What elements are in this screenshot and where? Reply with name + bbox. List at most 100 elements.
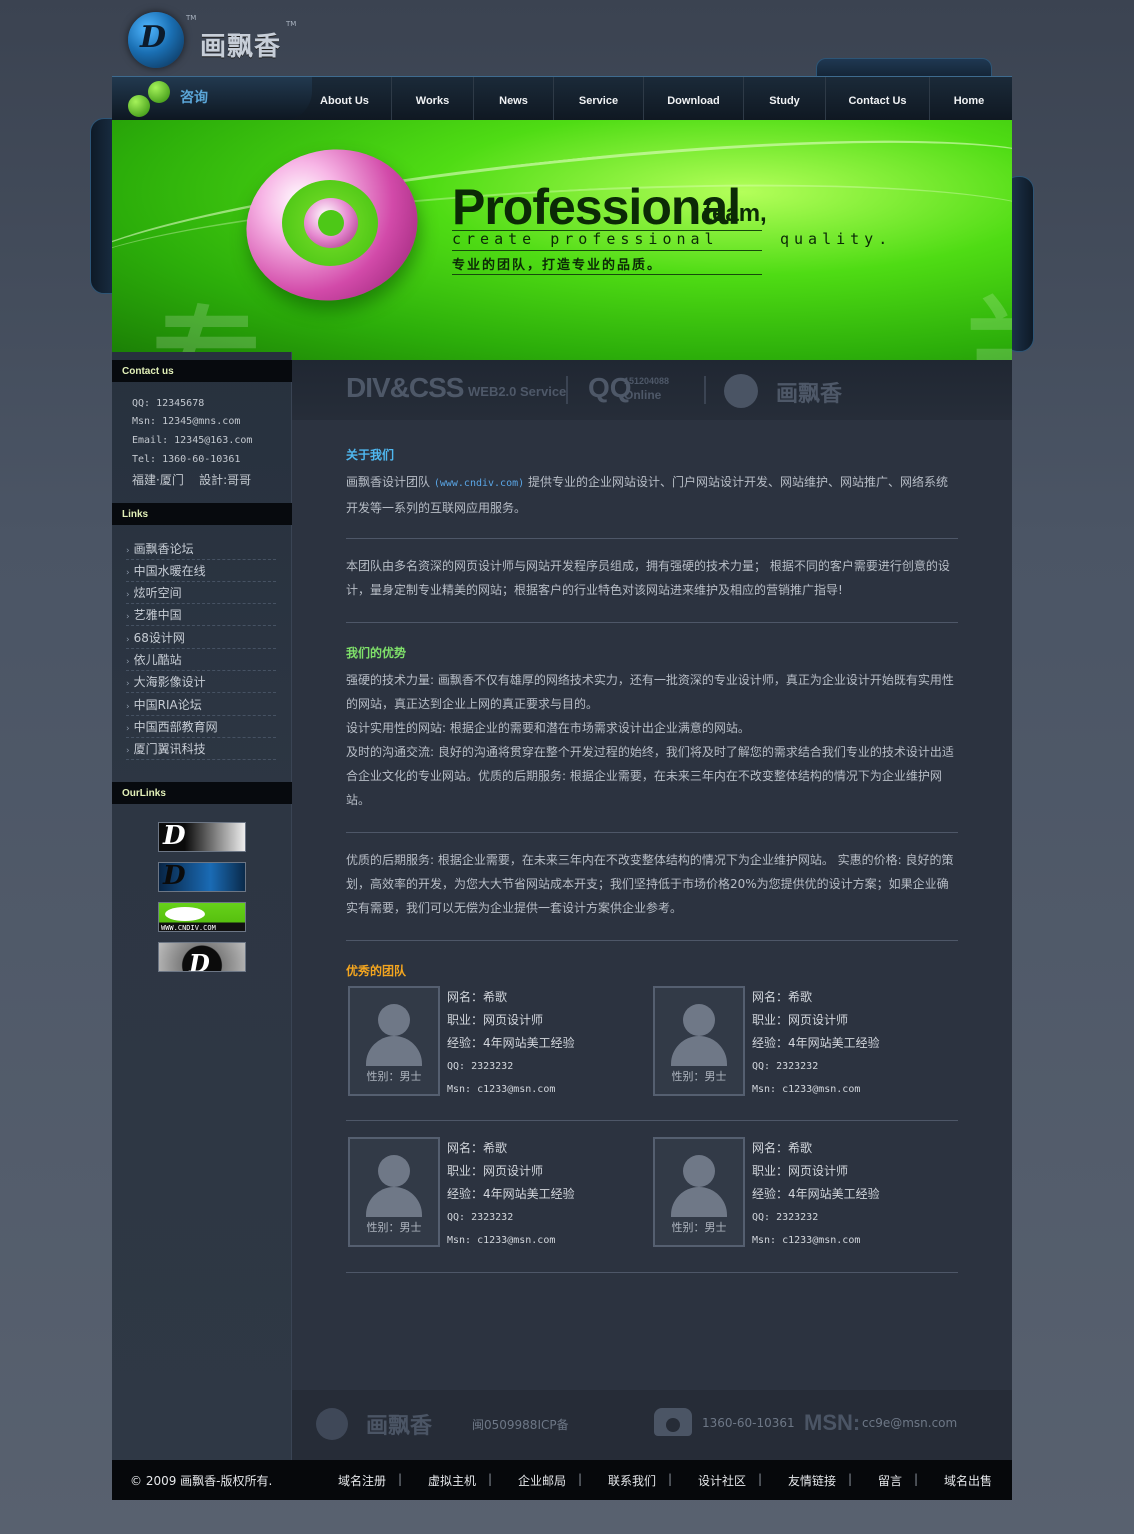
member-photo[interactable]: 性别：男士 <box>653 986 745 1096</box>
ourlink-banner[interactable]: WWW.CNDIV.COM <box>158 902 246 932</box>
member-job: 职业：网页设计师 <box>447 1164 544 1178</box>
member-photo[interactable]: 性别：男士 <box>348 986 440 1096</box>
divider <box>346 1120 958 1121</box>
ourlink-banner[interactable]: D <box>158 822 246 852</box>
sidebar-link[interactable]: › 中国西部教育网 <box>126 716 276 738</box>
nav-contact-us[interactable]: Contact Us <box>826 77 930 121</box>
member-msn: Msn: c1233@msn.com <box>752 1084 861 1095</box>
links-heading: Links <box>112 503 292 525</box>
member-gender: 性别：男士 <box>366 1221 422 1234</box>
footer-link[interactable]: 设计社区 <box>698 1472 746 1489</box>
footer-logo-name: 画飘香 <box>366 1414 433 1439</box>
contact-location: 福建·厦门 設計:哥哥 <box>132 473 252 487</box>
footer-link[interactable]: 企业邮局 <box>518 1472 566 1489</box>
member-job: 职业：网页设计师 <box>447 1013 544 1027</box>
member-photo[interactable]: 性别：男士 <box>348 1137 440 1247</box>
link-label: 68设计网 <box>133 631 185 645</box>
contact-email: Email: 12345@163.com <box>132 435 253 446</box>
footer-link[interactable]: 域名注册 <box>338 1472 386 1489</box>
main-content: DIV&CSS WEB2.0 Service QQ 151204088 Onli… <box>292 360 1012 1460</box>
sidebar-link[interactable]: › 大海影像设计 <box>126 671 276 693</box>
divider <box>346 832 958 833</box>
logo-circle-icon <box>316 1408 348 1440</box>
logo-d-icon: D <box>163 862 186 891</box>
footer-phone: 1360-60-10361 <box>702 1416 795 1430</box>
banner-rule <box>452 274 762 275</box>
icp-number: 闽0509988ICP备 <box>472 1418 569 1432</box>
contact-heading: Contact us <box>112 360 292 382</box>
arrow-right-icon: › <box>126 612 130 622</box>
ourlink-banner[interactable]: D <box>158 942 246 972</box>
nav-about-us[interactable]: About Us <box>298 77 392 121</box>
sidebar-link[interactable]: › 炫听空间 <box>126 582 276 604</box>
nav-works[interactable]: Works <box>392 77 474 121</box>
nav-study[interactable]: Study <box>744 77 826 121</box>
footer-link[interactable]: 联系我们 <box>608 1472 656 1489</box>
contact-tel: Tel: 1360-60-10361 <box>132 454 241 465</box>
site-logo[interactable]: D TM 画飘香 TM <box>124 8 324 70</box>
nav-download[interactable]: Download <box>644 77 744 121</box>
avatar-body-icon <box>366 1036 422 1066</box>
member-name: 网名：希歌 <box>447 990 508 1004</box>
arrow-right-icon: › <box>126 546 130 556</box>
avatar-body-icon <box>671 1036 727 1066</box>
site-url-link[interactable]: (www.cndiv.com) <box>434 478 524 489</box>
footer-link[interactable]: 留言 <box>878 1472 902 1489</box>
arrow-right-icon: › <box>126 635 130 645</box>
nav-news[interactable]: News <box>474 77 554 121</box>
nav-home[interactable]: Home <box>930 77 1008 121</box>
arrow-right-icon: › <box>126 657 130 667</box>
divider: | <box>668 1472 673 1486</box>
contact-qq: QQ: 12345678 <box>132 398 205 409</box>
member-exp: 经验：4年网站美工经验 <box>447 1036 575 1050</box>
about-paragraph: 画飘香设计团队 (www.cndiv.com) 提供专业的企业网站设计、门户网站… <box>346 470 958 520</box>
logo-name: 画飘香 <box>200 32 282 62</box>
trademark: TM <box>186 14 197 22</box>
sidebar-link[interactable]: › 中国水暖在线 <box>126 560 276 582</box>
sidebar-link[interactable]: › 艺雅中国 <box>126 604 276 626</box>
member-qq: QQ: 2323232 <box>447 1061 514 1072</box>
banner-title-suffix: team, <box>704 200 767 227</box>
about-text: 画飘香设计团队 <box>346 475 434 489</box>
consult-area[interactable]: 咨询 <box>112 77 312 121</box>
member-qq: QQ: 2323232 <box>752 1061 819 1072</box>
sidebar-link[interactable]: › 中国RIA论坛 <box>126 694 276 716</box>
divider <box>704 376 706 404</box>
about-paragraph-2: 本团队由多名资深的网页设计师与网站开发程序员组成，拥有强硬的技术力量； 根据不同… <box>346 559 950 597</box>
logo-d-icon: D <box>189 949 210 972</box>
link-label: 艺雅中国 <box>133 608 182 622</box>
sidebar-link[interactable]: › 依儿酷站 <box>126 649 276 671</box>
footer-link[interactable]: 虚拟主机 <box>428 1472 476 1489</box>
logo-circle-icon <box>724 374 758 408</box>
divider: | <box>398 1472 403 1486</box>
at-sign-icon <box>232 133 432 317</box>
link-label: 画飘香论坛 <box>133 542 194 556</box>
trademark: TM <box>286 20 297 28</box>
member-msn: Msn: c1233@msn.com <box>752 1235 861 1246</box>
member-msn: Msn: c1233@msn.com <box>447 1084 556 1095</box>
sidebar-link[interactable]: › 画飘香论坛 <box>126 538 276 560</box>
bottom-bar: © 2009 画飘香-版权所有. 域名注册 | 虚拟主机 | 企业邮局 | 联系… <box>112 1460 1012 1500</box>
avatar-body-icon <box>671 1187 727 1217</box>
link-label: 炫听空间 <box>133 586 182 600</box>
sidebar-link[interactable]: › 68设计网 <box>126 627 276 649</box>
footer-msn: cc9e@msn.com <box>862 1416 958 1430</box>
member-photo[interactable]: 性别：男士 <box>653 1137 745 1247</box>
msn-label: MSN: <box>804 1410 861 1435</box>
div-css-label: DIV&CSS <box>346 372 464 403</box>
divider <box>346 940 958 941</box>
member-gender: 性别：男士 <box>366 1070 422 1083</box>
ourlink-banner[interactable]: D <box>158 862 246 892</box>
sidebar-link[interactable]: › 厦门翼讯科技 <box>126 738 276 760</box>
divider <box>346 538 958 539</box>
nav-service[interactable]: Service <box>554 77 644 121</box>
link-label: 中国水暖在线 <box>133 564 206 578</box>
footer-link[interactable]: 友情链接 <box>788 1472 836 1489</box>
member-job: 职业：网页设计师 <box>752 1013 849 1027</box>
strip-logo-name: 画飘香 <box>776 382 843 407</box>
arrow-right-icon: › <box>126 679 130 689</box>
footer-link[interactable]: 域名出售 <box>944 1472 992 1489</box>
arrow-right-icon: › <box>126 590 130 600</box>
link-label: 厦门翼讯科技 <box>133 742 206 756</box>
telephone-icon <box>654 1408 692 1436</box>
